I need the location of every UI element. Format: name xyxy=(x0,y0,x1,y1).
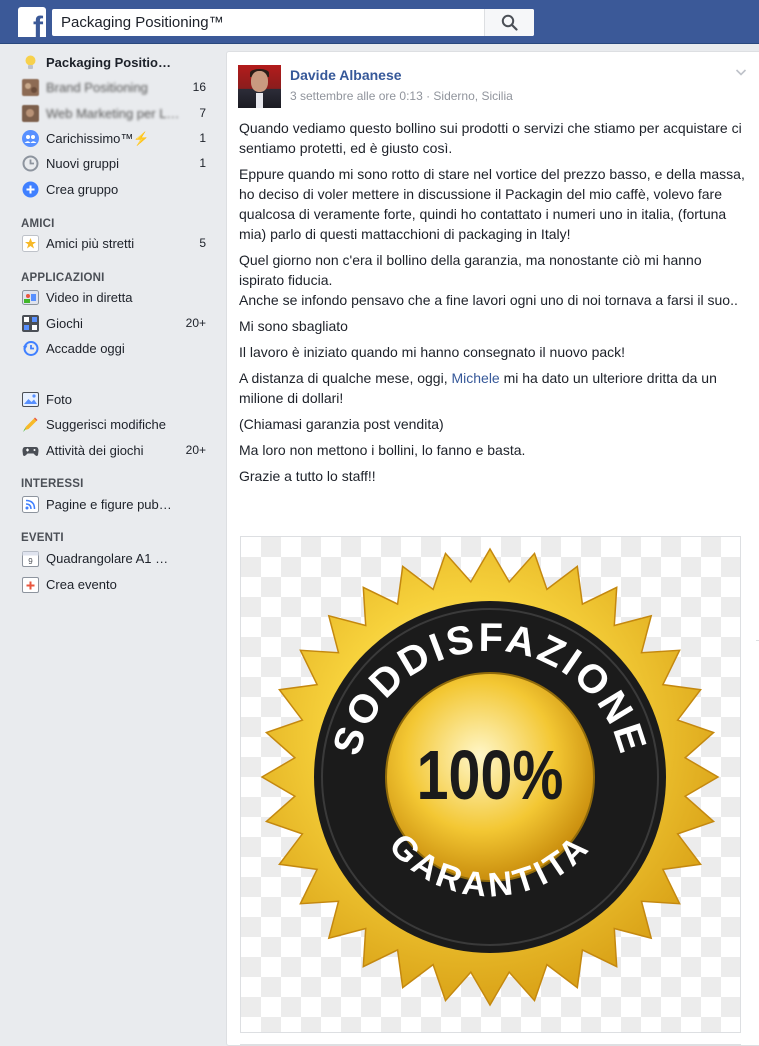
live-video-icon xyxy=(22,290,39,305)
left-navigation: Packaging Positio… Brand Positioning 16 … xyxy=(0,44,226,1046)
clock-icon xyxy=(22,155,39,172)
post-paragraph: (Chiamasi garanzia post vendita) xyxy=(239,416,444,432)
svg-text:9: 9 xyxy=(28,557,33,566)
pencil-icon xyxy=(23,417,38,432)
sidebar-item-attivita-dei-giochi[interactable]: Attività dei giochi 20+ xyxy=(20,441,210,463)
chevron-down-icon[interactable] xyxy=(735,66,747,78)
group-people-icon xyxy=(22,130,39,147)
sidebar-item-crea-evento[interactable]: Crea evento xyxy=(20,575,210,597)
gamepad-icon xyxy=(22,447,39,456)
post-paragraph-mention: A distanza di qualche mese, oggi, Michel… xyxy=(239,370,717,406)
sidebar-item-label: Nuovi gruppi xyxy=(46,156,119,171)
avatar[interactable] xyxy=(238,65,281,108)
sidebar-item-label: Quadrangolare A1 … xyxy=(46,551,169,566)
post-paragraph: Ma loro non mettono i bollini, lo fanno … xyxy=(239,442,526,458)
post-paragraph: Eppure quando mi sono rotto di stare nel… xyxy=(239,166,745,242)
calendar-icon: 9 xyxy=(22,551,39,567)
top-bar: f xyxy=(0,0,759,44)
sidebar-item-carichissimo[interactable]: Carichissimo™⚡ 1 xyxy=(20,129,210,151)
sidebar-item-suggerisci-modifiche[interactable]: Suggerisci modifiche xyxy=(20,415,210,437)
sidebar-item-count: 16 xyxy=(192,80,206,94)
sidebar-item-video-in-diretta[interactable]: Video in diretta xyxy=(20,288,210,310)
post-photo[interactable]: SODDISFAZIONE GARANTITA 100% xyxy=(240,536,741,1033)
sidebar-item-label: Brand Positioning xyxy=(46,80,148,95)
plus-circle-icon xyxy=(22,181,39,198)
sidebar-item-web-marketing[interactable]: Web Marketing per L… 7 xyxy=(20,104,210,126)
section-heading-eventi: EVENTI xyxy=(21,532,64,544)
post-paragraph: Mi sono sbagliato xyxy=(239,318,348,334)
post-timestamp-location[interactable]: 3 settembre alle ore 0:13 · Siderno, Sic… xyxy=(290,89,513,103)
history-icon xyxy=(23,341,39,356)
sidebar-item-label: Accadde oggi xyxy=(46,341,125,356)
post-paragraph: Anche se infondo pensavo che a fine lavo… xyxy=(239,292,738,308)
sidebar-item-count: 20+ xyxy=(185,316,206,330)
sidebar-item-label: Crea gruppo xyxy=(46,182,119,197)
sidebar-item-label: Packaging Positio… xyxy=(46,55,171,70)
rss-icon xyxy=(22,496,39,513)
post-paragraph: Grazie a tutto lo staff!! xyxy=(239,468,376,484)
sidebar-item-packaging-positioning[interactable]: Packaging Positio… xyxy=(20,53,210,75)
sidebar-item-label: Carichissimo™⚡ xyxy=(46,131,150,146)
search-input[interactable] xyxy=(52,9,484,36)
games-icon xyxy=(22,315,39,332)
badge-center-text: 100% xyxy=(417,736,564,815)
sidebar-item-count: 1 xyxy=(199,131,206,145)
sidebar-item-label: Web Marketing per L… xyxy=(46,106,180,121)
post-message: Quando vediamo questo bollino sui prodot… xyxy=(239,118,749,492)
mention-link[interactable]: Michele xyxy=(451,370,499,386)
sidebar-item-label: Suggerisci modifiche xyxy=(46,417,166,432)
sidebar-item-amici-piu-stretti[interactable]: Amici più stretti 5 xyxy=(20,234,210,256)
section-heading-amici: AMICI xyxy=(21,218,55,230)
photo-icon xyxy=(22,392,39,407)
feed-post: Davide Albanese 3 settembre alle ore 0:1… xyxy=(226,51,759,1046)
post-paragraph: Il lavoro è iniziato quando mi hanno con… xyxy=(239,344,626,360)
sidebar-item-label: Foto xyxy=(46,392,73,407)
calendar-add-icon xyxy=(22,577,39,593)
search-icon xyxy=(501,14,518,31)
post-author-link[interactable]: Davide Albanese xyxy=(290,67,402,83)
facebook-logo-icon[interactable]: f xyxy=(18,7,46,37)
post-paragraph: Quando vediamo questo bollino sui prodot… xyxy=(239,120,742,156)
sidebar-item-count: 20+ xyxy=(185,443,206,457)
search-button[interactable] xyxy=(484,9,534,36)
group-thumbnail-icon xyxy=(22,79,39,96)
sidebar-item-label: Attività dei giochi xyxy=(46,443,144,458)
divider xyxy=(240,1044,741,1045)
sidebar-item-giochi[interactable]: Giochi 20+ xyxy=(20,314,210,336)
sidebar-item-crea-gruppo[interactable]: Crea gruppo xyxy=(20,180,210,202)
sidebar-item-count: 1 xyxy=(199,156,206,170)
satisfaction-badge-image: SODDISFAZIONE GARANTITA 100% xyxy=(260,547,720,1007)
group-thumbnail-icon xyxy=(22,105,39,122)
search-box xyxy=(52,9,534,36)
section-heading-interessi: INTERESSI xyxy=(21,478,84,490)
sidebar-item-foto[interactable]: Foto xyxy=(20,390,210,412)
star-icon xyxy=(22,235,39,252)
sidebar-item-count: 5 xyxy=(199,236,206,250)
sidebar-item-quadrangolare[interactable]: 9 Quadrangolare A1 … xyxy=(20,549,210,571)
sidebar-item-count: 7 xyxy=(199,106,206,120)
sidebar-item-label: Video in diretta xyxy=(46,290,133,305)
sidebar-item-pagine-e-figure[interactable]: Pagine e figure pub… xyxy=(20,495,210,517)
post-paragraph: Quel giorno non c'era il bollino della g… xyxy=(239,252,702,288)
lightbulb-icon xyxy=(25,55,36,69)
section-heading-applicazioni: APPLICAZIONI xyxy=(21,272,105,284)
sidebar-item-label: Crea evento xyxy=(46,577,117,592)
sidebar-item-accadde-oggi[interactable]: Accadde oggi xyxy=(20,339,210,361)
sidebar-item-label: Pagine e figure pub… xyxy=(46,497,172,512)
sidebar-item-label: Giochi xyxy=(46,316,83,331)
sidebar-item-nuovi-gruppi[interactable]: Nuovi gruppi 1 xyxy=(20,154,210,176)
sidebar-item-brand-positioning[interactable]: Brand Positioning 16 xyxy=(20,78,210,100)
sidebar-item-label: Amici più stretti xyxy=(46,236,135,251)
